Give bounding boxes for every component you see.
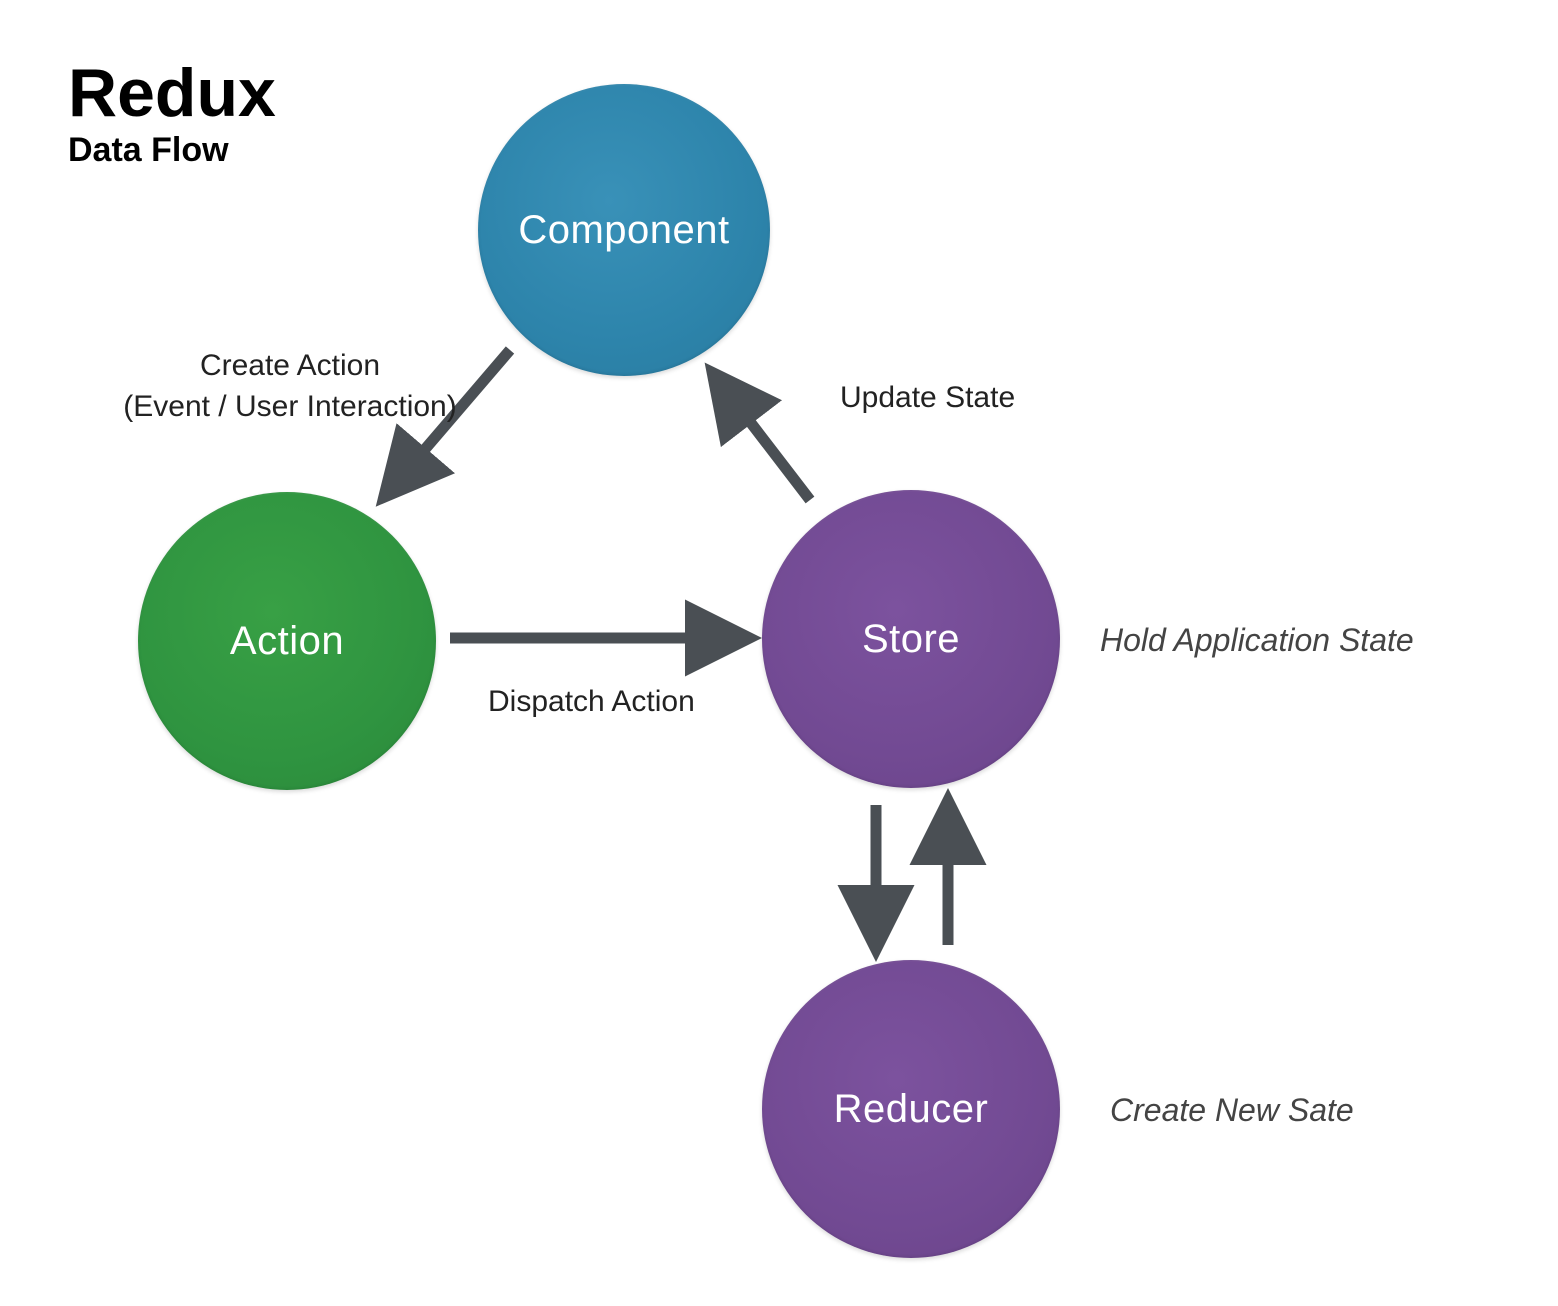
edge-label-dispatch-action: Dispatch Action: [488, 682, 695, 723]
node-store-label: Store: [862, 617, 960, 662]
edge-label-update-state: Update State: [840, 378, 1015, 419]
node-component: Component: [478, 84, 770, 376]
arrow-store-to-component: [718, 380, 810, 500]
edge-label-create-action: Create Action (Event / User Interaction): [100, 346, 480, 427]
node-reducer-label: Reducer: [834, 1087, 989, 1132]
node-store: Store: [762, 490, 1060, 788]
annotation-reducer: Create New Sate: [1110, 1092, 1354, 1129]
header-block: Redux Data Flow: [68, 58, 276, 170]
node-component-label: Component: [518, 208, 729, 253]
page-title: Redux: [68, 58, 276, 129]
page-subtitle: Data Flow: [68, 131, 276, 170]
node-action-label: Action: [230, 619, 344, 664]
node-reducer: Reducer: [762, 960, 1060, 1258]
node-action: Action: [138, 492, 436, 790]
annotation-store: Hold Application State: [1100, 622, 1414, 659]
edge-label-create-action-line2: (Event / User Interaction): [100, 387, 480, 428]
edge-label-create-action-line1: Create Action: [100, 346, 480, 387]
